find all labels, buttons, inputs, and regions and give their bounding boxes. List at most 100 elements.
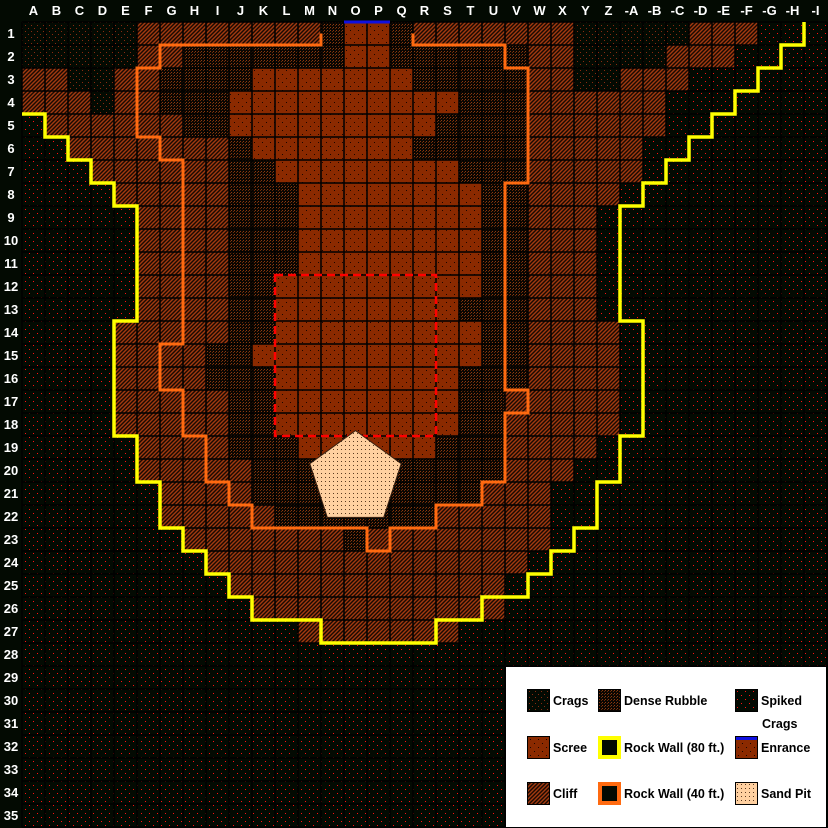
map-cell-spiked-crags <box>620 459 643 482</box>
row-label: 17 <box>3 394 19 409</box>
map-cell-spiked-crags <box>482 735 505 758</box>
map-cell-dense-rubble <box>229 160 252 183</box>
map-cell-spiked-crags <box>666 114 689 137</box>
map-cell-dense-rubble <box>229 45 252 68</box>
map-cell-dense-rubble <box>482 367 505 390</box>
column-label: U <box>488 3 499 18</box>
map-cell-dense-rubble <box>459 459 482 482</box>
map-cell-cliff <box>597 114 620 137</box>
map-cell-scree <box>344 183 367 206</box>
map-cell-spiked-crags <box>275 781 298 804</box>
column-label: D <box>97 3 108 18</box>
map-cell-spiked-crags <box>413 758 436 781</box>
map-cell-cliff <box>344 620 367 643</box>
map-cell-scree <box>275 114 298 137</box>
map-cell-cliff <box>137 459 160 482</box>
map-cell-dense-rubble <box>505 114 528 137</box>
map-cell-dense-rubble <box>183 45 206 68</box>
map-cell-dense-rubble <box>252 367 275 390</box>
column-label: G <box>166 3 177 18</box>
map-cell-spiked-crags <box>45 367 68 390</box>
map-cell-dense-rubble <box>436 482 459 505</box>
map-cell-spiked-crags <box>689 528 712 551</box>
map-cell-spiked-crags <box>252 735 275 758</box>
map-cell-spiked-crags <box>781 160 804 183</box>
map-cell-scree <box>459 206 482 229</box>
map-cell-scree <box>321 160 344 183</box>
map-cell-scree <box>413 413 436 436</box>
map-cell-spiked-crags <box>91 298 114 321</box>
map-cell-dense-rubble <box>505 68 528 91</box>
map-cell-spiked-crags <box>505 643 528 666</box>
map-cell-spiked-crags <box>298 666 321 689</box>
map-cell-cliff <box>183 459 206 482</box>
row-label: 6 <box>7 141 15 156</box>
legend-label: Crags <box>553 693 589 708</box>
map-cell-cliff <box>160 137 183 160</box>
map-cell-spiked-crags <box>68 436 91 459</box>
map-cell-dense-rubble <box>229 137 252 160</box>
map-cell-spiked-crags <box>804 597 827 620</box>
map-cell-dense-rubble <box>229 275 252 298</box>
map-cell-spiked-crags <box>781 551 804 574</box>
map-cell-cliff <box>206 505 229 528</box>
column-label: -A <box>624 3 639 18</box>
map-cell-spiked-crags <box>22 735 45 758</box>
map-cell-spiked-crags <box>68 229 91 252</box>
map-cell-spiked-crags <box>758 298 781 321</box>
map-cell-spiked-crags <box>804 252 827 275</box>
legend-label: Enrance <box>761 740 811 755</box>
column-label: Z <box>604 3 613 18</box>
column-label: -C <box>670 3 685 18</box>
map-cell-cliff <box>160 459 183 482</box>
map-cell-spiked-crags <box>344 758 367 781</box>
map-cell-spiked-crags <box>45 137 68 160</box>
row-label: 21 <box>3 486 19 501</box>
map-cell-spiked-crags <box>91 459 114 482</box>
map-cell-spiked-crags <box>643 206 666 229</box>
map-cell-spiked-crags <box>643 137 666 160</box>
map-cell-scree <box>390 68 413 91</box>
map-cell-spiked-crags <box>22 804 45 827</box>
map-cell-spiked-crags <box>436 758 459 781</box>
map-cell-spiked-crags <box>229 735 252 758</box>
map-cell-spiked-crags <box>735 413 758 436</box>
map-cell-scree <box>275 413 298 436</box>
map-cell-spiked-crags <box>114 574 137 597</box>
map-cell-cliff <box>206 459 229 482</box>
map-cell-spiked-crags <box>206 574 229 597</box>
map-cell-spiked-crags <box>45 436 68 459</box>
map-cell-spiked-crags <box>758 574 781 597</box>
map-cell-spiked-crags <box>275 689 298 712</box>
map-cell-cliff <box>114 160 137 183</box>
map-cell-spiked-crags <box>666 643 689 666</box>
map-cell-spiked-crags <box>597 643 620 666</box>
map-cell-spiked-crags <box>620 505 643 528</box>
map-cell-spiked-crags <box>689 206 712 229</box>
map-cell-spiked-crags <box>367 643 390 666</box>
map-cell-spiked-crags <box>413 735 436 758</box>
map-cell-spiked-crags <box>804 344 827 367</box>
map-cell-dense-rubble <box>252 252 275 275</box>
map-cell-spiked-crags <box>712 252 735 275</box>
map-cell-spiked-crags <box>666 413 689 436</box>
map-cell-spiked-crags <box>620 597 643 620</box>
map-cell-spiked-crags <box>758 91 781 114</box>
map-cell-cliff <box>597 91 620 114</box>
map-cell-spiked-crags <box>482 781 505 804</box>
column-label: R <box>419 3 430 18</box>
map-cell-scree <box>390 344 413 367</box>
map-cell-spiked-crags <box>367 735 390 758</box>
map-cell-spiked-crags <box>183 666 206 689</box>
map-cell-spiked-crags <box>781 482 804 505</box>
map-cell-spiked-crags <box>597 505 620 528</box>
map-cell-spiked-crags <box>390 689 413 712</box>
map-cell-spiked-crags <box>712 528 735 551</box>
map-cell-spiked-crags <box>229 712 252 735</box>
map-cell-cliff <box>413 574 436 597</box>
map-cell-scree <box>390 252 413 275</box>
map-cell-cliff <box>574 229 597 252</box>
row-label: 15 <box>3 348 19 363</box>
map-cell-spiked-crags <box>91 528 114 551</box>
map-cell-dense-rubble <box>252 459 275 482</box>
